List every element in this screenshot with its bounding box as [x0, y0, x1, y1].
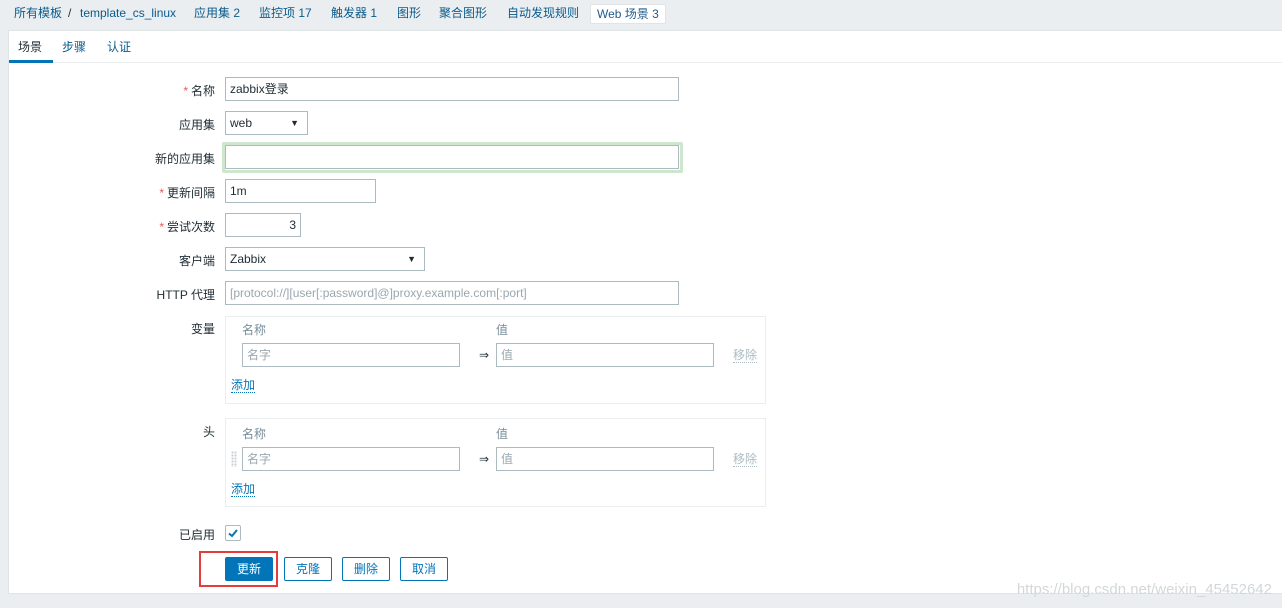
update-button[interactable]: 更新 — [225, 557, 273, 581]
agent-select[interactable]: Zabbix ▼ — [225, 247, 425, 271]
variables-col-name: 名称 — [242, 323, 267, 337]
update-interval-label: * 更新间隔 — [159, 186, 215, 200]
breadcrumb-screens[interactable]: 聚合图形 — [433, 4, 493, 24]
breadcrumb-all-templates[interactable]: 所有模板 — [8, 4, 68, 24]
new-application-label: 新的应用集 — [154, 152, 215, 166]
variable-add-link[interactable]: 添加 — [231, 378, 256, 393]
header-remove-link[interactable]: 移除 — [733, 452, 758, 467]
breadcrumb-graphs[interactable]: 图形 — [391, 4, 427, 24]
variables-col-value: 值 — [496, 323, 509, 337]
enabled-checkbox[interactable] — [225, 525, 241, 541]
name-label: * 名称 — [183, 84, 215, 98]
headers-label: 头 — [202, 425, 215, 439]
update-interval-input[interactable]: 1m — [225, 179, 376, 203]
required-mark: * — [159, 220, 164, 234]
arrow-right-icon: ⇒ — [479, 452, 490, 466]
required-mark: * — [159, 186, 164, 200]
breadcrumb-discovery[interactable]: 自动发现规则 — [501, 4, 585, 24]
headers-table: 名称 值 名字 ⇒ 值 移除 添加 — [225, 418, 766, 507]
dropdown-arrow-icon: ▼ — [290, 118, 299, 128]
variable-value-input[interactable]: 值 — [496, 343, 714, 367]
cancel-button[interactable]: 取消 — [400, 557, 448, 581]
web-scenario-panel: 场景 步骤 认证 * 名称 zabbix登录 应用集 web ▼ 新的应用集 * 更… — [8, 30, 1282, 594]
dropdown-arrow-icon: ▼ — [407, 254, 416, 264]
variables-table: 名称 值 名字 ⇒ 值 移除 添加 — [225, 316, 766, 404]
headers-col-value: 值 — [496, 427, 509, 441]
required-mark: * — [183, 84, 188, 98]
enabled-label: 已启用 — [178, 528, 215, 542]
checkmark-icon — [228, 529, 238, 538]
tab-steps[interactable]: 步骤 — [62, 39, 86, 63]
tab-scenario[interactable]: 场景 — [9, 39, 53, 63]
variable-name-input[interactable]: 名字 — [242, 343, 460, 367]
breadcrumb-template[interactable]: template_cs_linux — [74, 4, 182, 24]
breadcrumb-applications[interactable]: 应用集 2 — [188, 4, 246, 24]
headers-col-name: 名称 — [242, 427, 267, 441]
application-label: 应用集 — [178, 118, 215, 132]
breadcrumb: 所有模板 / template_cs_linux 应用集 2 监控项 17 触发… — [0, 0, 1282, 30]
tab-bar: 场景 步骤 认证 — [9, 31, 1282, 63]
new-application-input[interactable] — [225, 145, 679, 169]
variables-label: 变量 — [190, 322, 215, 336]
breadcrumb-web-scenarios[interactable]: Web 场景 3 — [590, 4, 666, 24]
tab-authentication[interactable]: 认证 — [107, 39, 131, 63]
header-add-link[interactable]: 添加 — [231, 482, 256, 497]
application-select[interactable]: web ▼ — [225, 111, 308, 135]
application-select-value: web — [230, 116, 253, 130]
http-proxy-input[interactable]: [protocol://][user[:password]@]proxy.exa… — [225, 281, 679, 305]
breadcrumb-triggers[interactable]: 触发器 1 — [325, 4, 383, 24]
header-value-input[interactable]: 值 — [496, 447, 714, 471]
watermark: https://blog.csdn.net/weixin_45452642 — [1016, 581, 1272, 598]
name-input[interactable]: zabbix登录 — [225, 77, 679, 101]
attempts-input[interactable]: 3 — [225, 213, 301, 237]
breadcrumb-items[interactable]: 监控项 17 — [253, 4, 318, 24]
attempts-label: * 尝试次数 — [159, 220, 215, 234]
header-name-input[interactable]: 名字 — [242, 447, 460, 471]
drag-handle-icon[interactable] — [231, 451, 237, 467]
variable-remove-link[interactable]: 移除 — [733, 348, 758, 363]
delete-button[interactable]: 删除 — [342, 557, 390, 581]
breadcrumb-separator: / — [68, 6, 72, 20]
arrow-right-icon: ⇒ — [479, 348, 490, 362]
agent-label: 客户端 — [178, 254, 215, 268]
clone-button[interactable]: 克隆 — [284, 557, 332, 581]
agent-select-value: Zabbix — [230, 252, 267, 266]
http-proxy-label: HTTP 代理 — [156, 288, 215, 302]
